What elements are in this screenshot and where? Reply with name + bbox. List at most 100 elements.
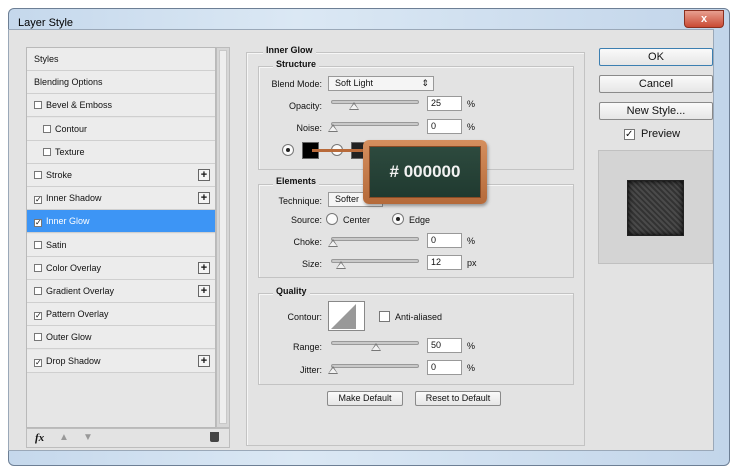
move-up-icon[interactable]: ▲	[59, 432, 69, 443]
structure-title: Structure	[273, 59, 320, 69]
callout-connector	[312, 149, 367, 152]
add-icon[interactable]: +	[198, 261, 210, 274]
source-center-radio[interactable]	[326, 213, 338, 225]
source-label: Source:	[290, 215, 322, 225]
size-label: Size:	[301, 259, 322, 269]
contour-label: Contour:	[287, 312, 322, 322]
source-edge-label: Edge	[409, 215, 431, 225]
fx-button[interactable]: fx	[35, 432, 44, 444]
style-item-label: Gradient Overlay	[46, 286, 115, 296]
noise-label: Noise:	[296, 123, 322, 133]
jitter-unit: %	[467, 363, 476, 373]
window-title: Layer Style	[18, 17, 74, 29]
size-slider[interactable]	[331, 259, 419, 269]
style-item-label: Blending Options	[34, 77, 103, 88]
opacity-label: Opacity:	[288, 101, 322, 111]
trash-icon[interactable]	[210, 432, 219, 442]
add-icon[interactable]: +	[198, 354, 210, 367]
style-item-label: Bevel & Emboss	[46, 100, 113, 111]
anti-aliased-checkbox[interactable]	[379, 311, 390, 322]
source-edge-radio[interactable]	[392, 213, 404, 225]
style-item-gradient-overlay[interactable]: Gradient Overlay +	[27, 280, 215, 303]
noise-input[interactable]: 0	[427, 119, 462, 134]
choke-unit: %	[467, 236, 476, 246]
style-item-label: Styles	[34, 54, 59, 64]
style-checkbox[interactable]	[43, 147, 51, 156]
noise-unit: %	[467, 122, 476, 132]
source-center-label: Center	[343, 215, 371, 225]
cancel-button[interactable]: Cancel	[599, 75, 713, 93]
add-icon[interactable]: +	[198, 169, 210, 181]
style-checkbox[interactable]	[43, 124, 51, 133]
opacity-input[interactable]: 25	[427, 96, 462, 111]
make-default-button[interactable]: Make Default	[327, 391, 403, 406]
quality-title: Quality	[273, 286, 310, 296]
style-item-label: Color Overlay	[46, 262, 102, 273]
preview-swatch	[627, 180, 684, 236]
move-down-icon[interactable]: ▼	[83, 432, 93, 443]
close-button[interactable]: x	[684, 10, 724, 28]
style-item-label: Satin	[46, 239, 67, 250]
range-slider[interactable]	[331, 341, 419, 351]
style-item-stroke[interactable]: Stroke +	[27, 164, 215, 187]
style-checkbox[interactable]	[34, 171, 42, 179]
style-item-inner-shadow[interactable]: ✓ Inner Shadow +	[27, 187, 215, 211]
style-checkbox[interactable]: ✓	[34, 219, 42, 228]
style-item-texture[interactable]: Texture	[27, 140, 215, 164]
range-input[interactable]: 50	[427, 338, 462, 353]
size-input[interactable]: 12	[427, 255, 462, 270]
jitter-slider[interactable]	[328, 364, 419, 374]
style-item-label: Inner Glow	[46, 216, 90, 227]
choke-input[interactable]: 0	[427, 233, 462, 248]
styles-list: Styles Blending Options Bevel & Emboss Cont…	[26, 47, 216, 428]
range-label: Range:	[292, 342, 322, 352]
blend-mode-select[interactable]: Soft Light ⇕	[328, 76, 434, 91]
jitter-label: Jitter:	[299, 365, 322, 375]
choke-slider[interactable]	[328, 237, 419, 247]
add-icon[interactable]: +	[198, 285, 210, 297]
style-item-styles[interactable]: Styles	[27, 48, 215, 71]
reset-default-button[interactable]: Reset to Default	[415, 391, 501, 406]
add-icon[interactable]: +	[198, 192, 210, 205]
style-item-pattern-overlay[interactable]: ✓ Pattern Overlay	[27, 303, 215, 327]
style-item-label: Inner Shadow	[46, 193, 102, 204]
color-callout: # 000000	[363, 140, 487, 204]
style-checkbox[interactable]: ✓	[34, 358, 42, 367]
noise-slider[interactable]	[328, 122, 419, 132]
list-toolbar: fx ▲ ▼	[26, 428, 230, 448]
style-item-label: Outer Glow	[46, 332, 92, 343]
style-checkbox[interactable]	[34, 333, 42, 342]
choke-label: Choke:	[293, 237, 322, 247]
elements-title: Elements	[273, 176, 320, 186]
style-checkbox[interactable]	[34, 263, 42, 272]
style-item-contour[interactable]: Contour	[27, 117, 215, 141]
anti-aliased-label: Anti-aliased	[395, 312, 443, 322]
color-radio[interactable]	[282, 144, 294, 156]
style-item-outer-glow[interactable]: Outer Glow	[27, 326, 215, 350]
style-item-drop-shadow[interactable]: ✓ Drop Shadow +	[27, 349, 215, 373]
style-checkbox[interactable]	[34, 101, 42, 110]
contour-picker[interactable]	[328, 301, 365, 331]
style-checkbox[interactable]	[34, 287, 42, 295]
list-scrollbar[interactable]	[216, 47, 230, 428]
opacity-slider[interactable]	[331, 100, 419, 110]
style-item-label: Contour	[55, 123, 88, 134]
style-item-satin[interactable]: Satin	[27, 233, 215, 257]
contour-curve-icon	[331, 304, 356, 329]
style-item-bevel-emboss[interactable]: Bevel & Emboss	[27, 94, 215, 118]
style-item-blending-options[interactable]: Blending Options	[27, 71, 215, 95]
style-item-inner-glow[interactable]: ✓ Inner Glow	[27, 210, 215, 234]
blend-mode-value: Soft Light	[335, 78, 374, 88]
preview-box	[598, 150, 713, 264]
jitter-input[interactable]: 0	[427, 360, 462, 375]
blend-mode-label: Blend Mode:	[271, 79, 322, 89]
style-checkbox[interactable]: ✓	[34, 312, 42, 321]
style-checkbox[interactable]: ✓	[34, 196, 42, 205]
style-checkbox[interactable]	[34, 240, 42, 249]
style-item-color-overlay[interactable]: Color Overlay +	[27, 256, 215, 280]
ok-button[interactable]: OK	[599, 48, 713, 66]
opacity-unit: %	[467, 99, 476, 109]
panel-title: Inner Glow	[263, 45, 316, 55]
preview-checkbox[interactable]: ✓	[624, 129, 635, 140]
new-style-button[interactable]: New Style...	[599, 102, 713, 120]
